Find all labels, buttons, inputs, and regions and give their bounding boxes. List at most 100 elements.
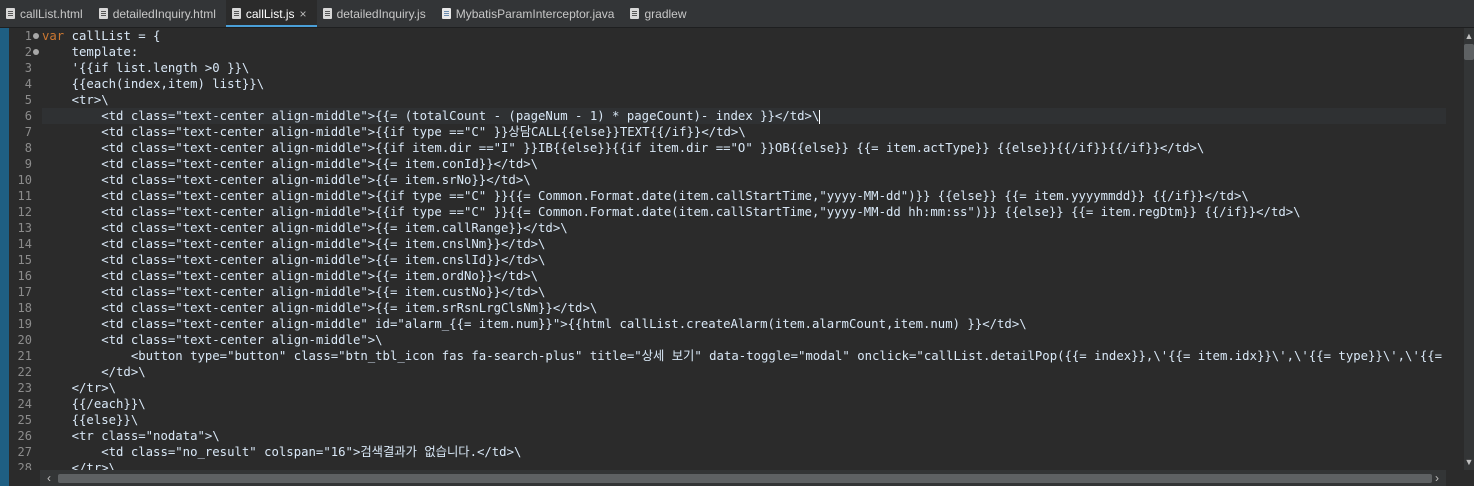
code-text: <td class="no_result" colspan="16">검색결과가… [42,445,522,459]
code-line-content: <td class="text-center align-middle">{{=… [42,236,1446,252]
code-line[interactable]: 8 <td class="text-center align-middle">{… [0,140,1474,156]
code-line-content: <td class="text-center align-middle">{{i… [42,188,1446,204]
java-file-icon [441,8,451,19]
code-line[interactable]: 2 template: [0,44,1474,60]
tab-gradlew[interactable]: gradlew [624,0,696,27]
code-text: <td class="text-center align-middle">{{=… [42,301,598,315]
line-number: 3 [24,61,32,75]
line-number: 14 [17,237,32,251]
line-number: 13 [17,221,32,235]
line-number: 27 [17,445,32,459]
line-number: 17 [17,285,32,299]
code-text: <td class="text-center align-middle">{{=… [42,109,820,123]
code-text: <td class="text-center align-middle">{{=… [42,269,539,283]
code-line[interactable]: 6 <td class="text-center align-middle">{… [0,108,1474,124]
line-number: 1 [24,29,32,43]
code-line-content: <td class="text-center align-middle">{{=… [42,156,1446,172]
scroll-left-arrow-icon[interactable]: ‹ [42,470,56,486]
code-line[interactable]: 28 </tr>\ [0,460,1474,470]
scroll-down-arrow-icon[interactable]: ▼ [1464,456,1474,468]
code-text: <td class="text-center align-middle">{{=… [42,221,568,235]
code-line[interactable]: 22 </td>\ [0,364,1474,380]
fold-marker-icon[interactable] [33,33,39,39]
code-text: <td class="text-center align-middle">{{=… [42,285,546,299]
code-line-content: '{{if list.length >0 }}\ [42,60,1446,76]
line-number: 25 [17,413,32,427]
code-text: <tr class="nodata">\ [42,429,220,443]
code-line[interactable]: 16 <td class="text-center align-middle">… [0,268,1474,284]
code-line[interactable]: 20 <td class="text-center align-middle">… [0,332,1474,348]
code-line-content: {{each(index,item) list}}\ [42,76,1446,92]
js-file-icon [322,8,332,19]
code-text: <td class="text-center align-middle">{{=… [42,237,546,251]
scroll-right-arrow-icon[interactable]: › [1430,470,1444,486]
code-line-content: <td class="text-center align-middle">{{=… [42,268,1446,284]
code-line[interactable]: 15 <td class="text-center align-middle">… [0,252,1474,268]
line-number: 12 [17,205,32,219]
code-line-content: {{else}}\ [42,412,1446,428]
code-line[interactable]: 9 <td class="text-center align-middle">{… [0,156,1474,172]
code-line[interactable]: 12 <td class="text-center align-middle">… [0,204,1474,220]
code-line-content: <tr class="nodata">\ [42,428,1446,444]
code-line[interactable]: 7 <td class="text-center align-middle">{… [0,124,1474,140]
code-line[interactable]: 13 <td class="text-center align-middle">… [0,220,1474,236]
code-line[interactable]: 27 <td class="no_result" colspan="16">검색… [0,444,1474,460]
line-number: 8 [24,141,32,155]
code-text: <td class="text-center align-middle">{{=… [42,157,539,171]
fold-marker-icon[interactable] [33,49,39,55]
code-line[interactable]: 4 {{each(index,item) list}}\ [0,76,1474,92]
line-number: 15 [17,253,32,267]
tab-label: callList.html [20,6,83,21]
code-line[interactable]: 25 {{else}}\ [0,412,1474,428]
code-line[interactable]: 26 <tr class="nodata">\ [0,428,1474,444]
change-indicator-bar-bottom [0,470,9,486]
close-icon[interactable]: × [300,7,307,21]
code-line[interactable]: 24 {{/each}}\ [0,396,1474,412]
code-line[interactable]: 5 <tr>\ [0,92,1474,108]
code-editor[interactable]: 1 var callList = {2 template: 3 '{{if list… [0,28,1474,470]
line-number: 4 [24,77,32,91]
code-line[interactable]: 3 '{{if list.length >0 }}\ [0,60,1474,76]
tab-detailedinquiry-html[interactable]: detailedInquiry.html [93,0,226,27]
horizontal-scroll-thumb[interactable] [58,474,1432,483]
vertical-scrollbar[interactable]: ▲ ▼ [1446,28,1474,470]
horizontal-scrollbar[interactable]: ‹ › [40,470,1446,486]
code-line-content: </tr>\ [42,380,1446,396]
code-line-content: template: [42,44,1446,60]
line-number: 18 [17,301,32,315]
code-line-content: <td class="text-center align-middle">{{=… [42,220,1446,236]
html-file-icon [98,8,108,19]
code-line[interactable]: 14 <td class="text-center align-middle">… [0,236,1474,252]
code-line[interactable]: 18 <td class="text-center align-middle">… [0,300,1474,316]
code-line[interactable]: 23 </tr>\ [0,380,1474,396]
tab-mybatisparaminterceptor-java[interactable]: MybatisParamInterceptor.java [436,0,625,27]
vertical-scroll-track[interactable] [1464,28,1474,470]
code-line-content: <td class="text-center align-middle">{{=… [42,108,1446,124]
tab-calllist-html[interactable]: callList.html [0,0,93,27]
line-number: 28 [17,461,32,470]
code-line-content: var callList = { [42,28,1446,44]
code-line[interactable]: 10 <td class="text-center align-middle">… [0,172,1474,188]
code-line[interactable]: 17 <td class="text-center align-middle">… [0,284,1474,300]
code-line[interactable]: 1 var callList = { [0,28,1474,44]
code-line[interactable]: 11 <td class="text-center align-middle">… [0,188,1474,204]
code-line[interactable]: 21 <button type="button" class="btn_tbl_… [0,348,1474,364]
code-line-content: <td class="text-center align-middle">\ [42,332,1446,348]
code-text: </tr>\ [42,461,117,470]
code-text: '{{if list.length >0 }}\ [42,61,250,75]
code-line-content: {{/each}}\ [42,396,1446,412]
tab-detailedinquiry-js[interactable]: detailedInquiry.js [317,0,436,27]
code-text: <td class="text-center align-middle">{{=… [42,253,546,267]
tab-label: gradlew [644,6,687,21]
tab-label: callList.js [245,6,295,21]
vertical-scroll-thumb[interactable] [1464,44,1474,60]
line-number: 16 [17,269,32,283]
tab-calllist-js[interactable]: callList.js × [225,0,317,27]
line-number: 24 [17,397,32,411]
line-number: 21 [17,349,32,363]
scroll-up-arrow-icon[interactable]: ▲ [1464,30,1474,42]
code-line-content: <button type="button" class="btn_tbl_ico… [42,348,1446,364]
code-text: <button type="button" class="btn_tbl_ico… [42,349,1446,363]
code-line[interactable]: 19 <td class="text-center align-middle" … [0,316,1474,332]
line-number: 23 [17,381,32,395]
